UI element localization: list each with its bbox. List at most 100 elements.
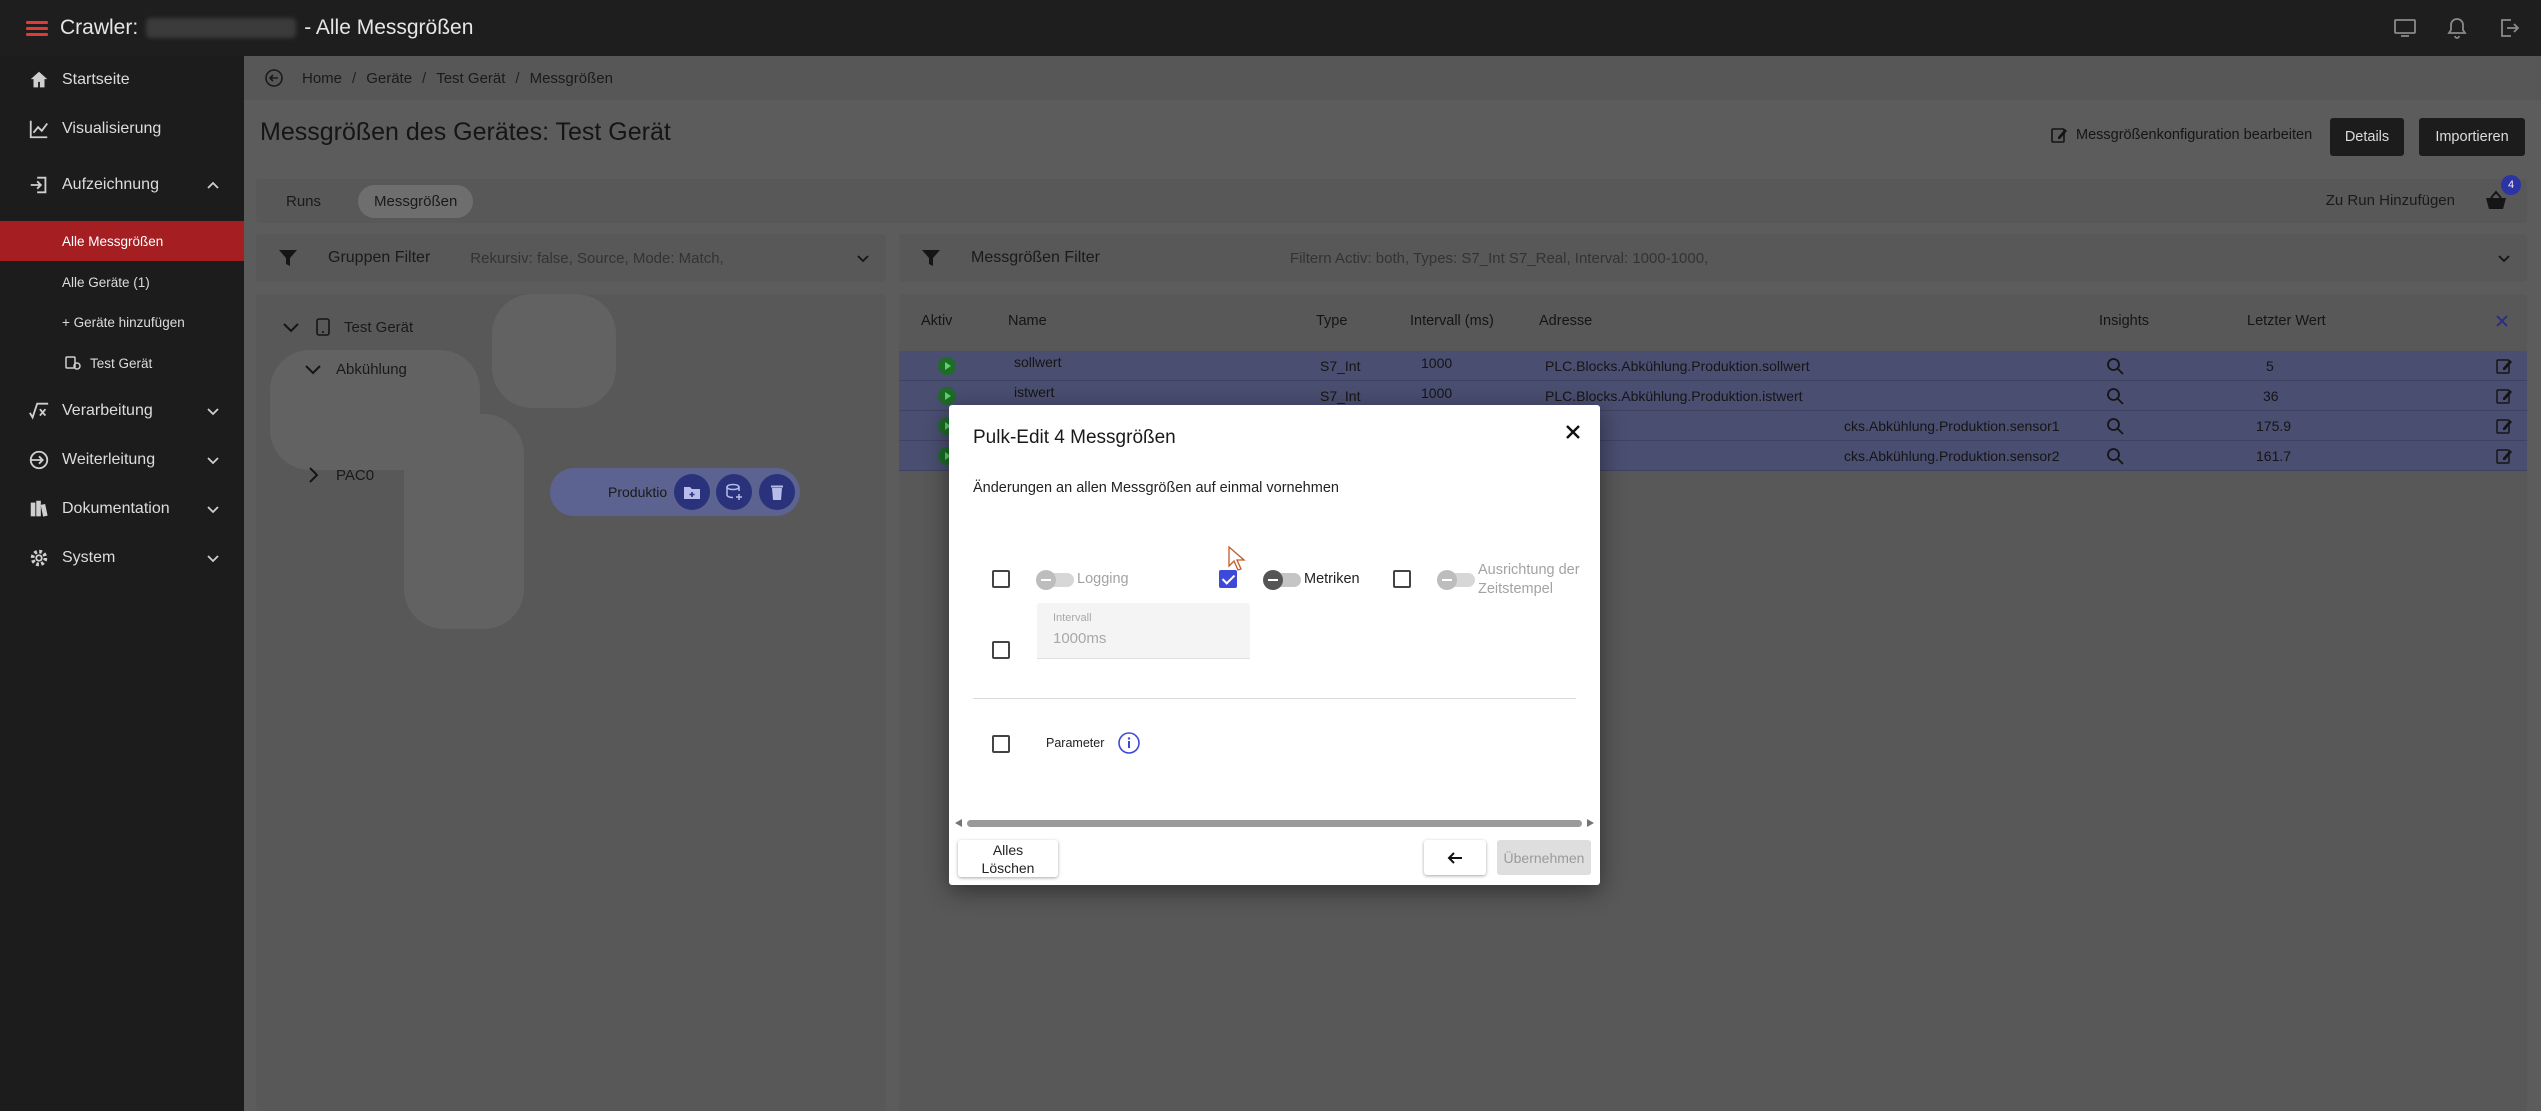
scroll-thumb[interactable] [967,820,1582,827]
metrics-toggle[interactable] [1263,570,1301,590]
scroll-left-arrow-icon[interactable] [955,819,962,827]
logout-icon[interactable] [2497,16,2521,40]
sidebar-item-startseite[interactable]: Startseite [0,56,244,104]
measure-filter-panel[interactable]: Messgrößen Filter Filtern Activ: both, T… [899,234,2527,282]
sidebar-item-aufzeichnung[interactable]: Aufzeichnung [0,161,244,209]
tree-node-abkuehlung[interactable]: Abkühlung [302,358,407,380]
import-button[interactable]: Importieren [2419,118,2525,156]
breadcrumb-test-geraet[interactable]: Test Gerät [436,70,505,87]
chart-line-icon [29,120,48,139]
column-header-type[interactable]: Type [1316,313,1347,329]
breadcrumb-separator: / [422,69,427,87]
sidebar-item-verarbeitung[interactable]: Verarbeitung [0,387,244,435]
edit-icon[interactable] [2495,417,2513,435]
sidebar-subitem-alle-messgroessen[interactable]: Alle Messgrößen [0,221,244,261]
add-to-run-button[interactable]: Zu Run Hinzufügen [2326,192,2455,209]
edit-config-button[interactable]: Messgrößenkonfiguration bearbeiten [2050,126,2312,144]
column-header-aktiv[interactable]: Aktiv [921,313,952,329]
logging-toggle[interactable] [1036,570,1074,590]
timestamp-toggle[interactable] [1437,570,1475,590]
chevron-right-icon[interactable] [302,464,324,486]
tree-node-produktion[interactable]: Produktion [550,468,800,516]
scroll-right-arrow-icon[interactable] [1587,819,1594,827]
horizontal-scrollbar[interactable] [953,817,1596,829]
chevron-down-icon[interactable] [856,251,870,265]
apply-button[interactable]: Übernehmen [1497,840,1591,875]
sidebar-item-visualisierung[interactable]: Visualisierung [0,105,244,153]
timestamp-checkbox[interactable] [1393,570,1411,588]
column-header-insights: Insights [2099,313,2149,329]
sidebar-item-system[interactable]: System [0,534,244,582]
play-icon[interactable] [938,387,956,405]
dialog-title: Pulk-Edit 4 Messgrößen [973,427,1176,448]
tree-ghost-shape [404,414,524,629]
delete-node-button[interactable] [759,474,795,510]
breadcrumb-geraete[interactable]: Geräte [366,70,412,87]
column-header-letzter-wert: Letzter Wert [2247,313,2326,329]
chevron-down-icon[interactable] [280,316,302,338]
breadcrumb-home[interactable]: Home [302,70,342,87]
menu-icon[interactable] [26,18,48,39]
monitor-icon[interactable] [2393,16,2417,40]
group-filter-title: Gruppen Filter [328,249,431,266]
column-header-name[interactable]: Name [1008,313,1047,329]
play-icon[interactable] [938,357,956,375]
app-title: Crawler: - Alle Messgrößen [60,16,473,40]
cell-name: istwert [1014,384,1055,400]
tab-runs[interactable]: Runs [270,185,337,218]
metrics-checkbox[interactable] [1219,570,1237,588]
add-measurement-button[interactable] [716,474,752,510]
trash-icon [771,485,783,500]
sidebar-item-dokumentation[interactable]: Dokumentation [0,485,244,533]
tree-node-pac0[interactable]: PAC0 [302,464,374,486]
chevron-down-icon [207,408,219,416]
clear-all-button[interactable]: Alles Löschen [958,840,1058,877]
clear-all-label-line2: Löschen [981,859,1035,876]
sidebar-subitem-alle-geraete[interactable]: Alle Geräte (1) [0,262,244,302]
bell-icon[interactable] [2445,16,2469,40]
edit-icon[interactable] [2495,447,2513,465]
chevron-down-icon[interactable] [302,358,324,380]
chevron-down-icon [207,555,219,563]
group-filter-panel[interactable]: Gruppen Filter Rekursiv: false, Source, … [256,234,886,282]
search-icon[interactable] [2106,447,2124,465]
chevron-down-icon[interactable] [2497,251,2511,265]
dialog-subtitle: Änderungen an allen Messgrößen auf einma… [973,480,1339,496]
database-plus-icon [726,483,742,500]
search-icon[interactable] [2106,357,2124,375]
book-icon [30,500,48,517]
cell-last-value: 36 [2263,388,2279,404]
bulk-edit-dialog: Pulk-Edit 4 Messgrößen Änderungen an all… [949,405,1600,885]
sidebar-subitem-test-geraet[interactable]: Test Gerät [0,343,244,383]
edit-icon[interactable] [2495,387,2513,405]
sidebar-item-weiterleitung[interactable]: Weiterleitung [0,436,244,484]
mouse-cursor-icon [1228,546,1246,571]
back-button[interactable] [1424,840,1486,875]
column-header-intervall[interactable]: Intervall (ms) [1410,313,1494,329]
logging-checkbox[interactable] [992,570,1010,588]
details-button[interactable]: Details [2330,118,2404,156]
table-row[interactable]: sollwert S7_Int 1000 PLC.Blocks.Abkühlun… [899,351,2527,381]
tree-node-root[interactable]: Test Gerät [280,316,413,338]
info-icon[interactable] [1117,731,1141,755]
cell-interval: 1000 [1421,355,1453,371]
interval-checkbox[interactable] [992,641,1010,659]
sidebar-subitem-geraete-hinzufuegen[interactable]: + Geräte hinzufügen [0,302,244,342]
sidebar-item-label: Dokumentation [62,500,170,517]
sidebar-item-label: Aufzeichnung [62,176,159,193]
function-icon [29,402,49,420]
column-header-adresse[interactable]: Adresse [1539,313,1592,329]
filter-icon [922,250,940,266]
tabs-bar: Runs Messgrößen Zu Run Hinzufügen 4 [256,175,2527,223]
add-folder-button[interactable] [674,474,710,510]
close-icon[interactable] [1560,419,1586,445]
interval-field[interactable]: Intervall 1000ms [1037,603,1250,659]
close-icon[interactable] [2495,314,2509,328]
measure-filter-title: Messgrößen Filter [971,249,1100,266]
search-icon[interactable] [2106,387,2124,405]
edit-icon[interactable] [2495,357,2513,375]
search-icon[interactable] [2106,417,2124,435]
back-circle-icon[interactable] [264,68,284,88]
parameter-checkbox[interactable] [992,735,1010,753]
tab-messgroessen[interactable]: Messgrößen [358,185,474,218]
